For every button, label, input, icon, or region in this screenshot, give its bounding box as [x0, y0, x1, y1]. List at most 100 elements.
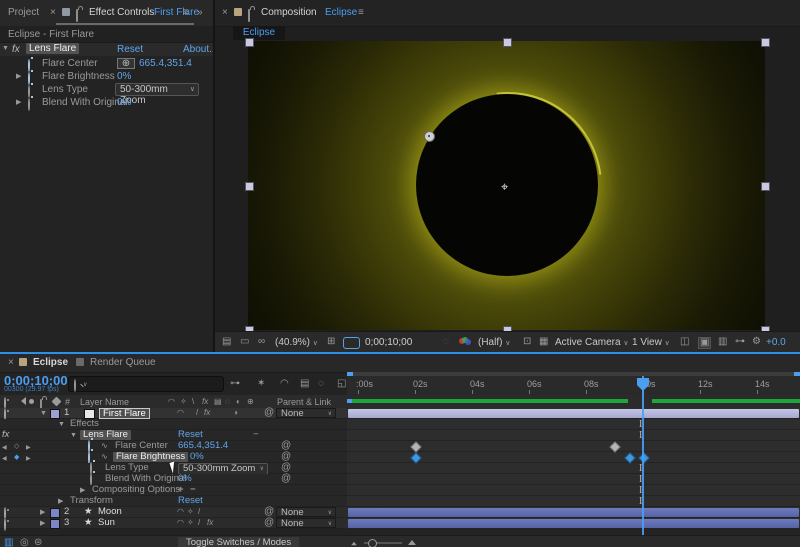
- effect-name[interactable]: Lens Flare: [26, 43, 79, 54]
- draft-3d-icon[interactable]: ✶: [257, 379, 265, 389]
- panel-grip-icon[interactable]: [76, 358, 84, 366]
- twirl-icon[interactable]: ▶: [40, 508, 45, 518]
- layer-name[interactable]: Moon: [98, 507, 122, 517]
- compositing-options-row[interactable]: ▶ Compositing Options + −: [0, 485, 347, 496]
- remove-icon[interactable]: −: [253, 430, 259, 440]
- twirl-icon[interactable]: ▶: [40, 519, 45, 529]
- preview-monitor-icon[interactable]: ▭: [240, 337, 249, 347]
- stopwatch-icon[interactable]: [28, 98, 30, 111]
- composition-flowchart-icon[interactable]: ⊶: [230, 379, 240, 389]
- quality-toggle-icon[interactable]: /: [198, 518, 200, 528]
- add-keyframe-icon[interactable]: ◇: [14, 442, 19, 452]
- mini-flowchart-icon[interactable]: ⊶: [735, 337, 745, 347]
- selection-handle[interactable]: [245, 182, 254, 191]
- adjustment-toggle-icon[interactable]: ◑: [233, 408, 238, 418]
- tab-effect-controls[interactable]: Effect Controls: [89, 7, 154, 18]
- layer-name[interactable]: Sun: [98, 518, 115, 528]
- camera-view-dropdown[interactable]: Active Camera ∨: [555, 337, 628, 348]
- frame-blending-master-icon[interactable]: ▥: [4, 538, 13, 547]
- pixel-aspect-icon[interactable]: ▣: [698, 337, 711, 349]
- expander-icon[interactable]: ▼: [2, 45, 9, 52]
- graph-editor-icon[interactable]: ◱: [337, 379, 346, 389]
- layer-row-sun[interactable]: ▶ 3 ★ Sun ◠ ✧ / fx @ None∨: [0, 518, 347, 529]
- remove-option-icon[interactable]: −: [190, 485, 196, 495]
- frame-blend-switch-icon[interactable]: ▤: [214, 397, 222, 407]
- property-value[interactable]: 0%: [117, 71, 131, 82]
- layer-anchor-point-icon[interactable]: ⌖: [501, 180, 508, 193]
- twirl-icon[interactable]: ▼: [70, 431, 77, 441]
- property-label[interactable]: Blend With Original: [105, 474, 186, 484]
- timeline-track-area[interactable]: I I I I I I: [347, 408, 800, 529]
- shy-toggle-icon[interactable]: ◠: [177, 507, 184, 517]
- twirl-icon[interactable]: ▼: [40, 409, 47, 419]
- motion-blur-switch-icon[interactable]: ◌: [225, 397, 230, 407]
- viewer-tab-eclipse[interactable]: Eclipse: [233, 26, 285, 40]
- selection-handle[interactable]: [761, 38, 770, 47]
- grid-guides-icon[interactable]: ⊞: [327, 337, 335, 347]
- effect-point-icon[interactable]: ⊕: [117, 58, 135, 69]
- twirl-icon[interactable]: ▶: [58, 497, 63, 507]
- playhead-line[interactable]: [642, 376, 644, 535]
- toolbar-timecode[interactable]: 0;00;10;00: [365, 337, 412, 348]
- property-value[interactable]: 665.4,351.4: [178, 441, 228, 451]
- view-options-icon[interactable]: ∞: [258, 337, 265, 347]
- panel-grip-icon[interactable]: [62, 8, 70, 16]
- pickwhip-icon[interactable]: @: [281, 463, 291, 473]
- tab-composition[interactable]: Composition: [261, 7, 317, 18]
- quality-toggle-icon[interactable]: /: [198, 507, 200, 517]
- frame-blending-icon[interactable]: ▤: [300, 379, 309, 389]
- view-layout-dropdown[interactable]: 1 View ∨: [632, 337, 670, 348]
- label-color-chip[interactable]: [50, 508, 60, 518]
- property-label[interactable]: Flare Brightness: [113, 452, 188, 462]
- layer-bar-sun[interactable]: [348, 519, 799, 528]
- tab-render-queue[interactable]: Render Queue: [90, 357, 156, 368]
- label-color-chip[interactable]: [50, 519, 60, 529]
- shy-toggle-icon[interactable]: ◠: [177, 518, 184, 528]
- collapse-switch-icon[interactable]: ✧: [180, 397, 187, 407]
- panel-grip-icon[interactable]: [234, 8, 242, 16]
- tab-effect-controls-target[interactable]: First Flare: [154, 7, 199, 18]
- fx-toggle-icon[interactable]: fx: [204, 408, 210, 418]
- hide-shy-layers-icon[interactable]: ◠: [280, 379, 289, 389]
- timeline-zoom-knob[interactable]: [368, 539, 377, 547]
- panel-grip-icon[interactable]: [19, 358, 27, 366]
- expander-icon[interactable]: ▶: [16, 72, 21, 80]
- panel-menu-icon[interactable]: ≡: [358, 7, 364, 18]
- close-icon[interactable]: ×: [50, 7, 56, 18]
- property-value[interactable]: 0%: [117, 97, 131, 108]
- layer-bar-first-flare[interactable]: [348, 409, 799, 418]
- layer-row-first-flare[interactable]: ▼ 1 First Flare ◠ / fx ◑ @ None∨: [0, 408, 347, 419]
- close-icon[interactable]: ×: [222, 7, 228, 18]
- transform-group-row[interactable]: ▶ Transform Reset: [0, 496, 347, 507]
- lock-icon[interactable]: [248, 9, 250, 22]
- keyframe-flare-center[interactable]: [410, 441, 421, 452]
- pickwhip-icon[interactable]: @: [281, 441, 291, 451]
- layer-name-header[interactable]: Layer Name: [80, 397, 129, 407]
- pickwhip-icon[interactable]: @: [281, 474, 291, 484]
- solo-column-icon[interactable]: [29, 399, 34, 404]
- fast-previews-icon[interactable]: ▥: [718, 337, 727, 347]
- threed-switch-icon[interactable]: ⊕: [247, 397, 254, 407]
- graph-toggle-icon[interactable]: ∿: [101, 441, 108, 451]
- magnification-dropdown[interactable]: (40.9%) ∨: [275, 337, 318, 348]
- toggle-switches-modes-button[interactable]: Toggle Switches / Modes: [178, 537, 299, 547]
- selection-handle[interactable]: [503, 38, 512, 47]
- motion-blur-icon[interactable]: ◌: [318, 379, 324, 389]
- reset-link[interactable]: Reset: [178, 430, 203, 440]
- tab-project[interactable]: Project: [8, 7, 39, 18]
- parent-dropdown[interactable]: None∨: [276, 408, 336, 418]
- expander-icon[interactable]: ▶: [16, 98, 21, 106]
- about-link[interactable]: About..: [183, 44, 215, 55]
- keyframe-flare-brightness[interactable]: [638, 452, 649, 463]
- exposure-value[interactable]: +0.0: [766, 337, 786, 348]
- collapse-toggle-icon[interactable]: ✧: [187, 507, 194, 517]
- show-snapshot-icon[interactable]: ◌: [443, 337, 449, 347]
- label-column-tag-icon[interactable]: [52, 397, 62, 407]
- tab-timeline-eclipse[interactable]: Eclipse: [33, 357, 68, 368]
- exposure-gear-icon[interactable]: ⚙: [752, 337, 761, 347]
- property-value[interactable]: 0%: [178, 474, 192, 484]
- keyframe-flare-brightness[interactable]: [410, 452, 421, 463]
- reset-link[interactable]: Reset: [117, 44, 143, 55]
- resolution-dropdown[interactable]: (Half) ∨: [478, 337, 510, 348]
- transparency-grid-icon[interactable]: ▦: [539, 337, 548, 347]
